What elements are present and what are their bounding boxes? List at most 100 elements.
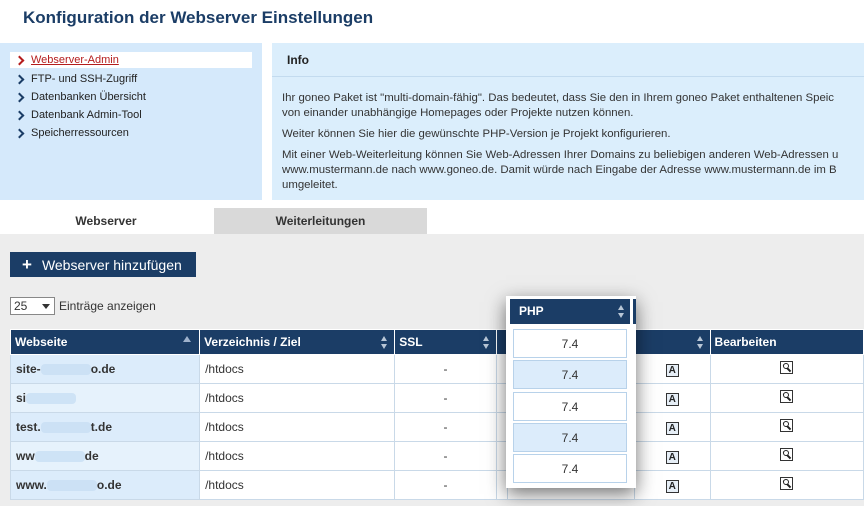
sort-icon [381,336,388,349]
info-paragraph-1: Ihr goneo Paket ist "multi-domain-fähig"… [282,91,864,121]
site-text: o.de [90,362,116,376]
ssl-cell: - [394,354,497,384]
a-icon[interactable]: A [665,479,679,493]
chevron-right-icon [14,128,25,138]
page-size-select[interactable]: 25 [10,297,55,315]
php-cell: 7.4 [513,329,627,358]
a-icon[interactable]: A [665,421,679,435]
column-header-php[interactable]: PHP [510,299,630,324]
dir-cell: /htdocs [199,383,396,413]
site-cell: si [9,383,201,413]
sort-icon [696,336,704,349]
redaction-blur [40,422,91,434]
tab-weiterleitungen[interactable]: Weiterleitungen [214,208,427,234]
table-row: test. t.de /htdocs - A [9,412,864,442]
site-text: de [84,449,99,463]
add-button-label: Webserver hinzufügen [41,257,182,273]
dir-cell: /htdocs [199,354,396,384]
column-header-app[interactable] [633,329,711,355]
nav-label: FTP- und SSH-Zugriff [31,73,138,85]
site-text: si [16,391,27,405]
wrench-icon[interactable] [780,361,794,374]
nav-label: Speicherressourcen [31,127,129,139]
table-row: site-o.de /htdocs - A [9,354,864,384]
app-cell: A [633,441,711,471]
app-cell: A [633,412,711,442]
site-cell: test. t.de [9,412,201,442]
sort-icon [618,305,625,318]
redaction-blur [46,480,97,492]
wrench-icon[interactable] [780,448,794,461]
site-text: t.de [90,420,113,434]
site-text: o.de [96,478,122,492]
nav-item-db-admin[interactable]: Datenbank Admin-Tool [10,106,252,124]
tab-bar: Webserver Weiterleitungen [0,208,864,234]
header-label: PHP [519,304,544,318]
php-cell: 7.4 [513,423,627,452]
column-header-site[interactable]: Webseite [9,329,201,355]
edit-cell [709,441,864,471]
info-line: Mit einer Web-Weiterleitung können Sie W… [282,149,839,161]
redaction-blur [26,393,77,405]
info-text: Ihr goneo Paket ist "multi-domain-fähig"… [282,91,864,199]
edit-cell [709,470,864,500]
header-label: Bearbeiten [714,335,777,349]
dropdown-arrow-icon [42,304,50,309]
sidebar-nav: Webserver-Admin FTP- und SSH-Zugriff Dat… [0,43,262,200]
table-row: ww de /htdocs - A [9,441,864,471]
plus-icon: + [22,255,32,274]
column-header-ssl[interactable]: SSL [394,329,497,355]
info-title: Info [272,43,864,77]
app-cell: A [633,354,711,384]
site-cell: ww de [9,441,201,471]
nav-item-ftp-ssh[interactable]: FTP- und SSH-Zugriff [10,70,252,88]
nav-item-databases[interactable]: Datenbanken Übersicht [10,88,252,106]
info-paragraph-3: Mit einer Web-Weiterleitung können Sie W… [282,148,864,193]
add-webserver-button[interactable]: + Webserver hinzufügen [10,252,196,277]
page-size-value: 25 [14,299,28,313]
page-title: Konfiguration der Webserver Einstellunge… [23,8,374,27]
redaction-blur [34,451,85,463]
site-text: ww [16,449,35,463]
nav-label: Webserver-Admin [31,54,119,66]
header-label: SSL [399,335,423,349]
chevron-right-icon [14,74,25,84]
edit-cell [709,354,864,384]
webserver-table: Webseite Verzeichnis / Ziel SSL Bearbeit… [9,329,864,500]
a-icon[interactable]: A [665,450,679,464]
app-cell: A [633,383,711,413]
info-box: Info Ihr goneo Paket ist "multi-domain-f… [272,43,864,200]
edit-cell [709,383,864,413]
header-label: Verzeichnis / Ziel [204,335,301,349]
table-row: si /htdocs - A [9,383,864,413]
page-size-control: 25 Einträge anzeigen [10,297,156,315]
ssl-cell: - [394,441,497,471]
site-text: site- [16,362,41,376]
site-text: test. [16,420,41,434]
table-row: www. o.de /htdocs - A [9,470,864,500]
header-label: Webseite [15,335,68,349]
redaction-blur [40,364,91,376]
nav-label: Datenbanken Übersicht [31,91,146,103]
nav-item-webserver-admin[interactable]: Webserver-Admin [10,52,252,68]
ssl-cell: - [394,412,497,442]
column-header-edit: Bearbeiten [709,329,864,355]
wrench-icon[interactable] [780,390,794,403]
wrench-icon[interactable] [780,477,794,490]
ssl-cell: - [394,470,497,500]
php-header-edge [633,299,636,324]
column-header-dir[interactable]: Verzeichnis / Ziel [199,329,396,355]
ssl-cell: - [394,383,497,413]
a-icon[interactable]: A [665,363,679,377]
dir-cell: /htdocs [199,441,396,471]
info-line: www.mustermann.de nach www.goneo.de. Dam… [282,164,837,176]
wrench-icon[interactable] [780,419,794,432]
php-column-drag-ghost[interactable]: PHP 7.4 7.4 7.4 7.4 7.4 [506,296,636,488]
tab-webserver[interactable]: Webserver [0,208,212,234]
dir-cell: /htdocs [199,412,396,442]
nav-item-storage[interactable]: Speicherressourcen [10,124,252,142]
tab-content: + Webserver hinzufügen 25 Einträge anzeig… [0,234,864,506]
php-cell: 7.4 [513,392,627,421]
a-icon[interactable]: A [665,392,679,406]
dir-cell: /htdocs [199,470,396,500]
